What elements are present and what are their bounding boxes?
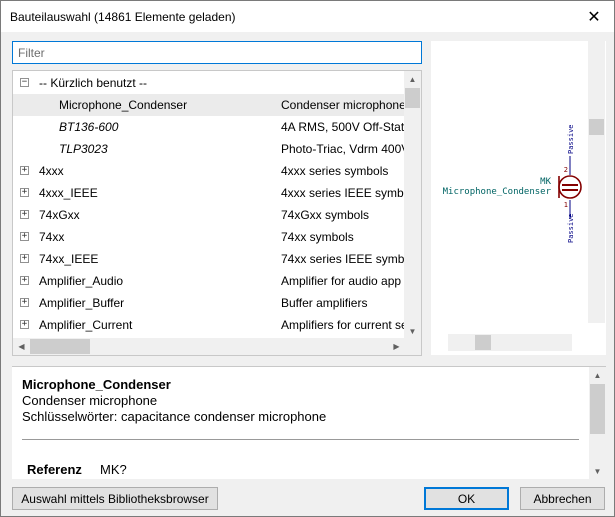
ok-button[interactable]: OK bbox=[424, 487, 509, 510]
tree-row-description: 74xGxx symbols bbox=[281, 208, 370, 222]
expand-icon[interactable]: + bbox=[20, 210, 29, 219]
tree-row[interactable]: +74xx 74xx symbols bbox=[13, 226, 405, 248]
expand-icon[interactable]: + bbox=[20, 232, 29, 241]
expand-icon[interactable]: + bbox=[20, 320, 29, 329]
tree-row-name: Amplifier_Current bbox=[39, 318, 133, 332]
reference-label: Referenz bbox=[27, 462, 82, 477]
reference-value: MK? bbox=[100, 462, 127, 477]
cancel-button[interactable]: Abbrechen bbox=[520, 487, 605, 510]
expand-icon[interactable]: + bbox=[20, 298, 29, 307]
mic-body-circle bbox=[558, 175, 582, 199]
tree-row[interactable]: +4xxx_IEEE 4xxx series IEEE symbol bbox=[13, 182, 405, 204]
expand-icon[interactable]: + bbox=[20, 188, 29, 197]
tree-row-name: -- Kürzlich benutzt -- bbox=[39, 76, 148, 90]
microphone-symbol-drawing: MK Microphone_Condenser 2 1 Passive Pass… bbox=[443, 124, 582, 243]
tree-row-name: Amplifier_Buffer bbox=[39, 296, 125, 310]
tree-row[interactable]: + Amplifier_Audio Amplifier for audio app bbox=[13, 270, 405, 292]
tree-row-description: Buffer amplifiers bbox=[281, 296, 368, 310]
collapse-icon[interactable]: − bbox=[20, 78, 29, 87]
tree-row-description: 74xx symbols bbox=[281, 230, 354, 244]
tree-row-description: Amplifier for audio app bbox=[281, 274, 402, 288]
library-browser-button[interactable]: Auswahl mittels Bibliotheksbrowser bbox=[12, 487, 218, 510]
tree-row-description: 74xx series IEEE symbol bbox=[281, 252, 405, 266]
symbol-reference: MK bbox=[540, 177, 551, 187]
scroll-down-icon[interactable]: ▼ bbox=[589, 463, 606, 479]
scroll-right-icon[interactable]: ▶ bbox=[388, 338, 405, 355]
capacitor-plate-bottom bbox=[562, 189, 578, 191]
window-title: Bauteilauswahl (14861 Elemente geladen) bbox=[10, 10, 236, 24]
scroll-corner bbox=[404, 338, 421, 355]
preview-horizontal-scrollbar[interactable] bbox=[448, 334, 572, 351]
scroll-up-icon[interactable]: ▲ bbox=[589, 367, 606, 384]
dialog-window: Bauteilauswahl (14861 Elemente geladen) … bbox=[0, 0, 615, 517]
tree-row[interactable]: + Amplifier_Buffer Buffer amplifiers bbox=[13, 292, 405, 314]
scrollbar-thumb[interactable] bbox=[475, 335, 491, 350]
title-bar: Bauteilauswahl (14861 Elemente geladen) … bbox=[1, 1, 614, 32]
tree-row[interactable]: TLP3023 Photo-Triac, Vdrm 400V bbox=[13, 138, 405, 160]
preview-vertical-scrollbar[interactable] bbox=[588, 41, 605, 323]
tree-row-description: Condenser microphone bbox=[281, 98, 405, 112]
close-icon[interactable]: ✕ bbox=[574, 1, 614, 32]
tree-row-name: Amplifier_Audio bbox=[39, 274, 124, 288]
scroll-up-icon[interactable]: ▲ bbox=[404, 71, 421, 88]
tree-row[interactable]: +74xGxx 74xGxx symbols bbox=[13, 204, 405, 226]
tree-row-description: 4xxx series IEEE symbol bbox=[281, 186, 405, 200]
tree-row-name: 4xxx bbox=[39, 164, 64, 178]
scrollbar-thumb[interactable] bbox=[30, 339, 90, 354]
tree-row[interactable]: +4xxx 4xxx series symbols bbox=[13, 160, 405, 182]
tree-row-description: 4xxx series symbols bbox=[281, 164, 389, 178]
pin-2-number: 2 bbox=[564, 166, 568, 174]
filter-input[interactable] bbox=[12, 41, 422, 64]
tree-row-name: BT136-600 bbox=[59, 120, 119, 134]
tree-row[interactable]: Microphone_Condenser Condenser microphone bbox=[13, 94, 405, 116]
scrollbar-thumb[interactable] bbox=[405, 88, 420, 108]
expand-icon[interactable]: + bbox=[20, 276, 29, 285]
symbol-value: Microphone_Condenser bbox=[443, 187, 552, 197]
tree-row-name: 74xx_IEEE bbox=[39, 252, 99, 266]
tree-horizontal-scrollbar[interactable]: ◀ ▶ bbox=[13, 338, 405, 355]
details-separator bbox=[22, 439, 579, 440]
symbol-tree[interactable]: − -- Kürzlich benutzt -- Microphone_Conden… bbox=[12, 70, 422, 356]
details-panel: Microphone_Condenser Condenser microphon… bbox=[12, 366, 606, 479]
expand-icon[interactable]: + bbox=[20, 254, 29, 263]
tree-vertical-scrollbar[interactable]: ▲ ▼ bbox=[404, 71, 421, 340]
tree-row-name: TLP3023 bbox=[59, 142, 108, 156]
tree-row[interactable]: + Amplifier_Current Amplifiers for current… bbox=[13, 314, 405, 336]
tree-row-name: 74xx bbox=[39, 230, 65, 244]
tree-row-name: Microphone_Condenser bbox=[59, 98, 188, 112]
scrollbar-thumb[interactable] bbox=[590, 384, 605, 434]
tree-row-name: 4xxx_IEEE bbox=[39, 186, 98, 200]
capacitor-plate-top bbox=[562, 184, 578, 186]
details-keywords: Schlüsselwörter: capacitance condenser m… bbox=[22, 409, 327, 424]
symbol-preview: MK Microphone_Condenser 2 1 Passive Pass… bbox=[431, 41, 606, 355]
tree-row-description: Photo-Triac, Vdrm 400V bbox=[281, 142, 405, 156]
pin-1-type: Passive bbox=[567, 213, 575, 243]
tree-row-name: 74xGxx bbox=[39, 208, 80, 222]
expand-icon[interactable]: + bbox=[20, 166, 29, 175]
scroll-left-icon[interactable]: ◀ bbox=[13, 338, 30, 355]
tree-row-description: Amplifiers for current se bbox=[281, 318, 405, 332]
details-description: Condenser microphone bbox=[22, 393, 158, 408]
details-symbol-name: Microphone_Condenser bbox=[22, 377, 171, 392]
tree-row[interactable]: +74xx_IEEE 74xx series IEEE symbol bbox=[13, 248, 405, 270]
tree-row[interactable]: − -- Kürzlich benutzt -- bbox=[13, 72, 405, 94]
details-vertical-scrollbar[interactable]: ▲ ▼ bbox=[589, 367, 606, 479]
tree-row-description: 4A RMS, 500V Off-State bbox=[281, 120, 405, 134]
tree-row[interactable]: BT136-600 4A RMS, 500V Off-State bbox=[13, 116, 405, 138]
pin-1-number: 1 bbox=[564, 201, 568, 209]
scrollbar-thumb[interactable] bbox=[589, 119, 604, 135]
pin-2-type: Passive bbox=[567, 124, 575, 154]
